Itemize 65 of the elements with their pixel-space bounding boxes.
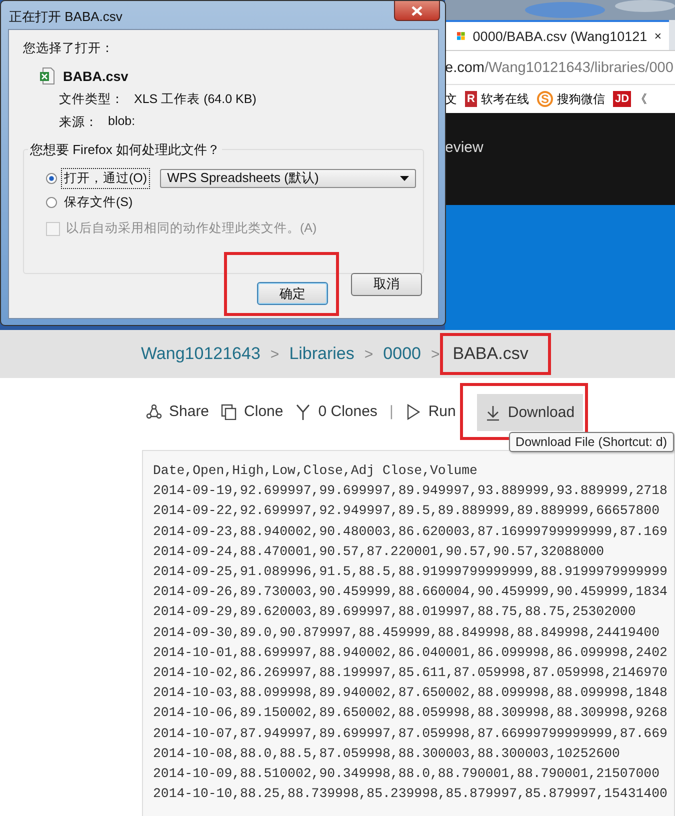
ok-button[interactable]: 确定 <box>257 282 328 305</box>
file-type: XLS 工作表 (64.0 KB) <box>134 91 256 108</box>
code-line: 2014-10-01,88.699997,88.940002,86.040001,86.099998,86.099998,2402 <box>153 644 668 662</box>
share-button[interactable]: Share <box>146 393 210 430</box>
application-dropdown[interactable]: WPS Spreadsheets (默认) <box>160 168 416 188</box>
breadcrumb-link[interactable]: 0000 <box>383 344 421 364</box>
code-line: 2014-09-29,89.620003,89.699997,88.019997,88.75,88.75,25302000 <box>153 603 637 622</box>
tooltip: Download File (Shortcut: d) <box>508 432 674 452</box>
code-line: 2014-09-22,92.699997,92.949997,89.5,89.889999,89.889999,66657800 <box>153 502 660 520</box>
close-icon <box>411 6 423 16</box>
radio-button[interactable] <box>46 172 57 184</box>
copy-icon <box>221 404 238 420</box>
bookmark-item[interactable]: JD 《 <box>612 90 648 108</box>
code-line: Date,Open,High,Low,Close,Adj Close,Volume <box>153 462 478 480</box>
radio-label[interactable]: 打开，通过(O) <box>61 168 150 188</box>
spreadsheet-file-icon <box>39 67 55 85</box>
close-button[interactable] <box>394 1 440 21</box>
code-line: 2014-10-02,86.269997,88.199997,85.611,87.059998,87.059998,2146970 <box>153 664 668 682</box>
breadcrumb-separator: > <box>364 346 374 362</box>
file-name: BABA.csv <box>63 68 128 84</box>
radio-label[interactable]: 保存文件(S) <box>61 192 136 212</box>
radio-button[interactable] <box>46 196 57 208</box>
code-line: 2014-09-30,89.0,90.879997,88.459999,88.849998,88.849998,24419400 <box>153 624 660 642</box>
bookmark-item[interactable]: 文 <box>445 90 457 108</box>
code-line: 2014-10-09,88.510002,90.349998,88.0,88.790001,88.790001,21507000 <box>153 765 660 784</box>
breadcrumb-link[interactable]: Wang10121643 <box>141 344 260 364</box>
breadcrumb-link[interactable]: Libraries <box>289 344 354 364</box>
run-button[interactable]: Run <box>405 393 456 430</box>
bookmark-icon: JD <box>612 91 632 107</box>
code-line: 2014-10-10,88.25,88.739998,85.239998,85.879997,85.879997,15431400 <box>153 785 668 804</box>
bookmark-item[interactable]: S 搜狗微信 <box>536 90 605 108</box>
download-button[interactable]: Download <box>476 394 583 431</box>
dropdown-arrow-icon <box>400 176 410 180</box>
file-type-label: 文件类型： <box>59 91 124 108</box>
share-icon <box>146 404 162 420</box>
nav-link[interactable]: eview <box>445 139 675 156</box>
clones-button[interactable]: 0 Clones <box>295 393 378 430</box>
window-title: 正在打开 BABA.csv <box>9 8 122 26</box>
clone-button[interactable]: Clone <box>221 393 284 430</box>
fork-icon <box>295 404 312 420</box>
breadcrumb-separator: > <box>270 346 280 362</box>
browser-tab[interactable]: 0000/BABA.csv (Wang10121 <box>445 20 669 50</box>
code-line: 2014-10-06,89.150002,89.650002,88.059998,88.309998,88.309998,9268 <box>153 704 668 722</box>
source-label: 来源： <box>59 114 98 131</box>
code-line: 2014-09-26,89.730003,90.459999,88.660004,90.459999,90.459999,1834 <box>153 583 668 602</box>
tab-title: 0000/BABA.csv (Wang10121 <box>472 28 648 44</box>
code-line: 2014-09-23,88.940002,90.480003,86.620003,87.16999799999999,87.169 <box>153 522 668 541</box>
group-label: 您想要 Firefox 如何处理此文件？ <box>28 141 222 159</box>
code-line: 2014-09-25,91.089996,91.5,88.5,88.91999799999999,88.9199979999999 <box>153 563 668 582</box>
code-line: 2014-09-24,88.470001,90.57,87.220001,90.57,90.57,32088000 <box>153 542 606 561</box>
bookmark-icon: R <box>465 91 477 107</box>
intro-text: 您选择了打开： <box>23 40 115 57</box>
code-line: 2014-09-19,92.699997,99.699997,89.949997,93.889999,93.889999,2718 <box>153 482 668 500</box>
breadcrumb-link[interactable]: BABA.csv <box>452 344 528 364</box>
download-icon <box>484 404 501 420</box>
bookmark-icon: S <box>536 91 553 107</box>
toolbar-separator: | <box>389 403 394 420</box>
code-line: 2014-10-03,88.099998,89.940002,87.650002,88.099998,88.099998,1848 <box>153 684 668 702</box>
play-icon <box>405 404 422 420</box>
breadcrumb-separator: > <box>430 346 440 362</box>
code-line: 2014-10-07,87.949997,89.699997,87.059998,87.66999799999999,87.669 <box>153 724 668 743</box>
bookmark-item[interactable]: R 软考在线 <box>465 90 529 108</box>
code-line: 2014-10-08,88.0,88.5,87.059998,88.300003,88.300003,10252600 <box>153 744 621 763</box>
source-value: blob: <box>108 114 136 130</box>
cancel-button[interactable]: 取消 <box>351 272 422 296</box>
